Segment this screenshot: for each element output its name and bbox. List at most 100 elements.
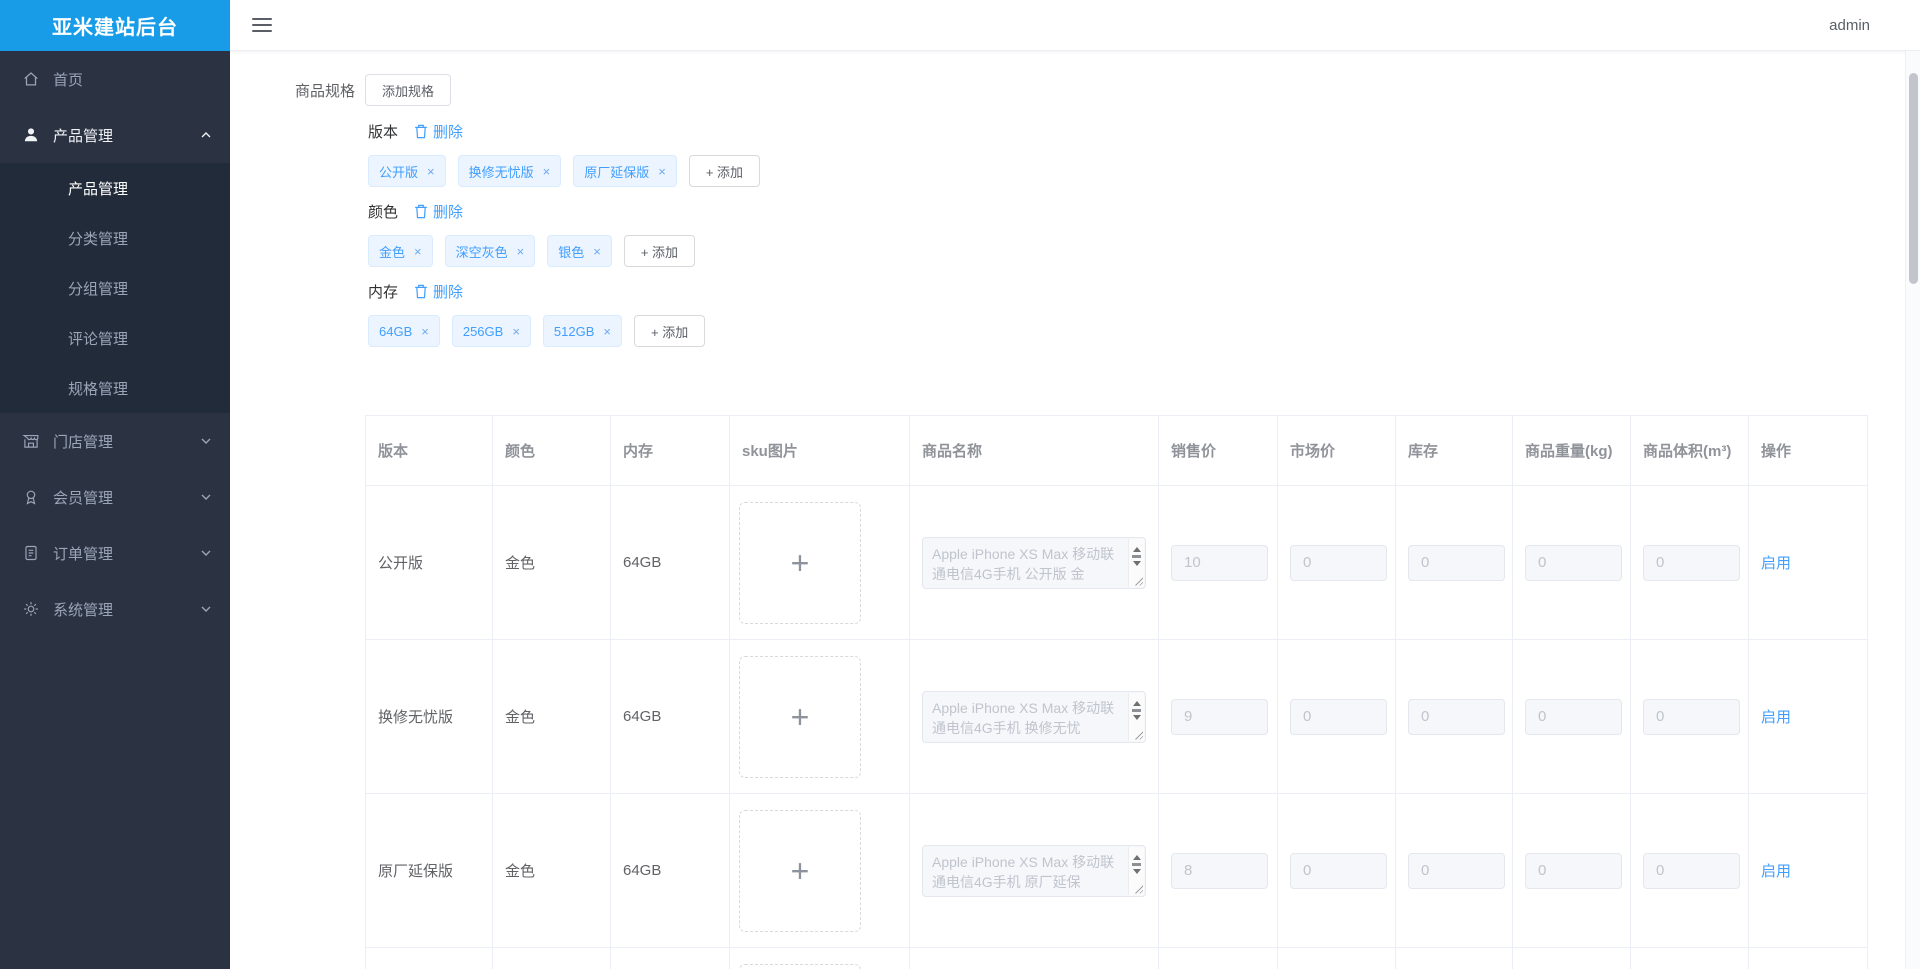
delete-spec-link[interactable]: 删除 [414, 121, 463, 142]
close-icon[interactable]: × [421, 325, 429, 338]
market-price-input[interactable] [1290, 544, 1387, 581]
order-icon [22, 544, 40, 562]
sale-price-input[interactable] [1171, 698, 1268, 735]
plus-icon: + [790, 852, 810, 889]
market-price-input[interactable] [1290, 852, 1387, 889]
sidebar-item-label: 分类管理 [68, 230, 129, 248]
spec-header-row: 商品规格 添加规格 [295, 74, 1920, 106]
chevron-up-icon [200, 129, 212, 141]
volume-input[interactable] [1643, 852, 1740, 889]
sidebar-item-label: 产品管理 [53, 127, 114, 145]
scroll-down-icon[interactable] [1132, 868, 1141, 878]
sku-upload-button[interactable]: + [739, 655, 861, 778]
sidebar-item-group-management[interactable]: 分组管理 [0, 263, 230, 313]
sidebar-item-label: 系统管理 [53, 601, 114, 619]
cell-version: 原厂延保版 [365, 793, 493, 948]
sku-upload-button[interactable]: + [739, 809, 861, 932]
add-spec-value-button[interactable]: + 添加 [623, 235, 696, 267]
add-spec-value-button[interactable]: + 添加 [634, 315, 706, 347]
product-name-textarea[interactable]: Apple iPhone XS Max 移动联通电信4G手机 公开版 金 [922, 536, 1146, 589]
volume-input[interactable] [1643, 544, 1740, 581]
cell-color [492, 947, 611, 969]
spec-tag: 512GB × [542, 315, 622, 347]
col-version: 版本 [365, 415, 493, 486]
sidebar-item-product-list[interactable]: 产品管理 [0, 163, 230, 213]
scroll-up-icon[interactable] [1132, 851, 1141, 860]
chevron-down-icon [200, 491, 212, 503]
product-name-text: Apple iPhone XS Max 移动联通电信4G手机 原厂延保 [932, 853, 1115, 890]
weight-input[interactable] [1525, 698, 1622, 735]
sidebar-item-spec-management[interactable]: 规格管理 [0, 363, 230, 413]
scrollbar-thumb[interactable] [1132, 708, 1141, 712]
spec-group-name: 内存 [368, 283, 399, 301]
sku-upload-button[interactable]: + [739, 501, 861, 624]
sidebar-item-home[interactable]: 首页 [0, 51, 230, 107]
col-sku-image: sku图片 [729, 415, 910, 486]
volume-input[interactable] [1643, 698, 1740, 735]
sidebar-item-system-management[interactable]: 系统管理 [0, 581, 230, 637]
stock-input[interactable] [1408, 544, 1505, 581]
close-icon[interactable]: × [427, 165, 435, 178]
sku-table: 版本 颜色 内存 sku图片 商品名称 销售价 市场价 库存 商品重量(kg) … [365, 415, 1868, 969]
chevron-down-icon [200, 435, 212, 447]
spec-groups: 版本 删除 公开版 × 换修无忧版 × 原厂延保版 × + 添加 颜色 删除 金… [368, 121, 1920, 347]
sku-upload-button[interactable]: + [739, 963, 861, 969]
sidebar-item-comment-management[interactable]: 评论管理 [0, 313, 230, 363]
market-price-input[interactable] [1290, 698, 1387, 735]
scroll-up-icon[interactable] [1132, 543, 1141, 552]
close-icon[interactable]: × [543, 165, 551, 178]
scroll-up-icon[interactable] [1132, 697, 1141, 706]
scroll-down-icon[interactable] [1132, 714, 1141, 724]
sidebar-item-store-management[interactable]: 门店管理 [0, 413, 230, 469]
scrollbar-thumb[interactable] [1132, 862, 1141, 866]
product-name-textarea[interactable]: Apple iPhone XS Max 移动联通电信4G手机 换修无忧 [922, 690, 1146, 743]
page-scrollbar-thumb[interactable] [1909, 73, 1918, 284]
app-logo: 亚米建站后台 [0, 0, 230, 51]
user-menu[interactable]: admin [1829, 17, 1870, 34]
enable-link[interactable]: 启用 [1761, 863, 1791, 880]
tag-label: 原厂延保版 [584, 164, 650, 180]
col-market-price: 市场价 [1277, 415, 1396, 486]
close-icon[interactable]: × [517, 245, 525, 258]
delete-spec-link[interactable]: 删除 [414, 201, 463, 222]
sidebar-item-product-management[interactable]: 产品管理 [0, 107, 230, 163]
col-memory: 内存 [610, 415, 730, 486]
product-name-textarea[interactable]: Apple iPhone XS Max 移动联通电信4G手机 原厂延保 [922, 844, 1146, 897]
sidebar-item-order-management[interactable]: 订单管理 [0, 525, 230, 581]
sidebar-submenu-product: 产品管理 分类管理 分组管理 评论管理 规格管理 [0, 163, 230, 413]
page-scrollbar-track[interactable] [1905, 51, 1920, 969]
cell-memory: 64GB [610, 639, 730, 794]
weight-input[interactable] [1525, 852, 1622, 889]
member-icon [22, 488, 40, 506]
close-icon[interactable]: × [414, 245, 422, 258]
spec-tags-row: 64GB × 256GB × 512GB × + 添加 [368, 315, 1920, 347]
sale-price-input[interactable] [1171, 544, 1268, 581]
spec-tag: 公开版 × [368, 155, 446, 187]
delete-spec-link[interactable]: 删除 [414, 281, 463, 302]
sale-price-input[interactable] [1171, 852, 1268, 889]
spec-tag: 256GB × [451, 315, 531, 347]
close-icon[interactable]: × [593, 245, 601, 258]
plus-icon: + [790, 544, 810, 581]
stock-input[interactable] [1408, 852, 1505, 889]
add-spec-value-button[interactable]: + 添加 [688, 155, 761, 187]
close-icon[interactable]: × [603, 325, 611, 338]
close-icon[interactable]: × [658, 165, 666, 178]
scrollbar-thumb[interactable] [1132, 554, 1141, 558]
enable-link[interactable]: 启用 [1761, 555, 1791, 572]
sidebar-item-label: 首页 [53, 71, 84, 89]
sidebar-item-label: 分组管理 [68, 280, 129, 298]
scroll-down-icon[interactable] [1132, 560, 1141, 570]
hamburger-menu-icon[interactable] [252, 18, 272, 32]
sidebar-item-category-management[interactable]: 分类管理 [0, 213, 230, 263]
enable-link[interactable]: 启用 [1761, 709, 1791, 726]
delete-label: 删除 [433, 283, 464, 301]
weight-input[interactable] [1525, 544, 1622, 581]
stock-input[interactable] [1408, 698, 1505, 735]
sidebar-item-member-management[interactable]: 会员管理 [0, 469, 230, 525]
spec-tag: 64GB × [368, 315, 440, 347]
close-icon[interactable]: × [512, 325, 520, 338]
add-spec-button[interactable]: 添加规格 [365, 74, 452, 106]
table-row: + [365, 947, 1868, 969]
cell-memory: 64GB [610, 793, 730, 948]
